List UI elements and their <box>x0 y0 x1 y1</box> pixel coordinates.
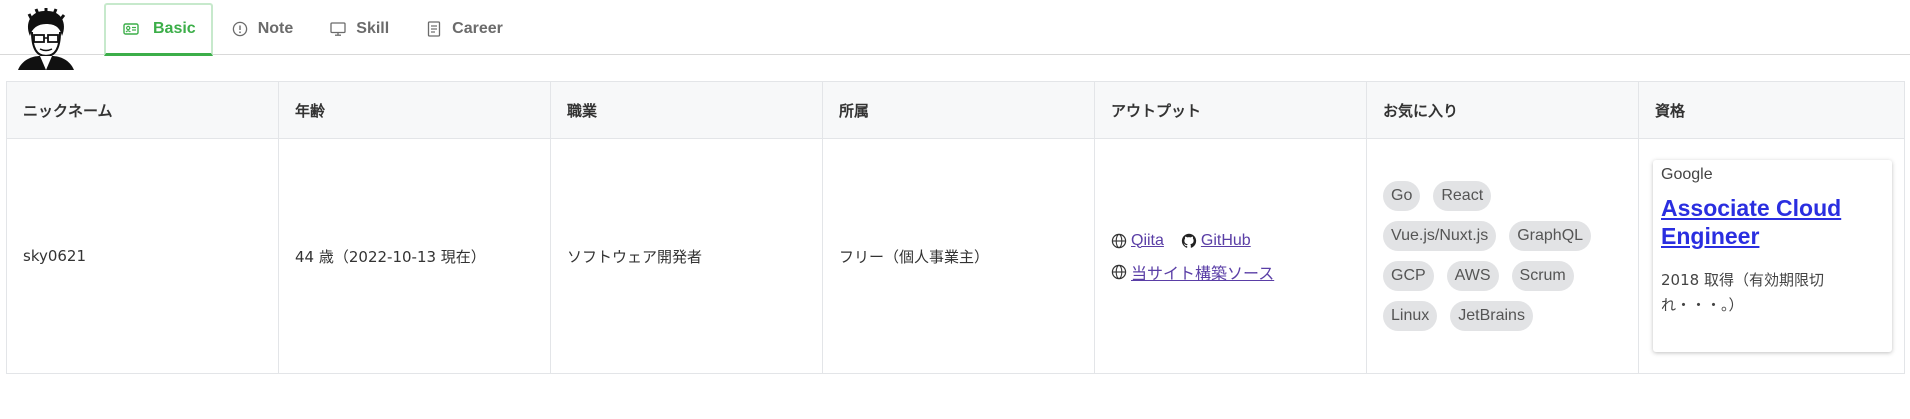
chip-jetbrains[interactable]: JetBrains <box>1450 301 1533 331</box>
header-output: アウトプット <box>1094 81 1367 139</box>
globe-icon <box>1111 264 1127 280</box>
document-icon <box>426 21 442 37</box>
cert-provider: Google <box>1661 166 1713 183</box>
tab-basic[interactable]: Basic <box>104 3 213 56</box>
id-card-icon <box>123 21 139 37</box>
table-row: sky0621 44 歳（2022-10-13 現在） ソフトウェア開発者 フリ… <box>6 138 1905 374</box>
header-job: 職業 <box>550 81 823 139</box>
cell-output: Qiita GitHub 当サイト構築ソース <box>1094 138 1367 374</box>
tab-bar: Basic Note Skill Career <box>104 3 521 56</box>
qiita-link[interactable]: Qiita <box>1131 232 1164 250</box>
cert-note: 2018 取得（有効期限切れ・・・。） <box>1661 271 1824 314</box>
avatar[interactable] <box>16 7 76 70</box>
chip-gcp[interactable]: GCP <box>1383 261 1434 291</box>
tab-label: Skill <box>356 20 390 37</box>
cell-affiliation: フリー（個人事業主） <box>822 138 1095 374</box>
output-links: Qiita GitHub 当サイト構築ソース <box>1111 225 1350 287</box>
globe-icon <box>1111 233 1127 249</box>
cell-certification: Google Associate Cloud Engineer 2018 取得（… <box>1638 138 1905 374</box>
cell-nickname: sky0621 <box>6 138 279 374</box>
chip-graphql[interactable]: GraphQL <box>1509 221 1592 251</box>
cell-job: ソフトウェア開発者 <box>550 138 823 374</box>
profile-table: ニックネーム 年齢 職業 所属 アウトプット お気に入り 資格 sky0621 … <box>6 81 1905 374</box>
tab-label: Career <box>452 20 503 37</box>
favorites-chips: Go React Vue.js/Nuxt.js GraphQL GCP AWS … <box>1383 181 1613 331</box>
cert-name-link[interactable]: Associate Cloud Engineer <box>1661 194 1884 250</box>
github-link[interactable]: GitHub <box>1201 232 1251 250</box>
chip-go[interactable]: Go <box>1383 181 1421 211</box>
monitor-icon <box>330 21 346 37</box>
header-affiliation: 所属 <box>822 81 1095 139</box>
tab-label: Basic <box>153 20 196 37</box>
tab-note[interactable]: Note <box>213 3 312 55</box>
header-favorites: お気に入り <box>1366 81 1639 139</box>
chip-scrum[interactable]: Scrum <box>1511 261 1574 291</box>
tab-skill[interactable]: Skill <box>311 3 407 55</box>
header-age: 年齢 <box>278 81 551 139</box>
chip-vue-nuxt[interactable]: Vue.js/Nuxt.js <box>1383 221 1497 251</box>
chip-react[interactable]: React <box>1433 181 1492 211</box>
tab-label: Note <box>257 20 294 37</box>
output-links-row-2: 当サイト構築ソース <box>1111 256 1350 287</box>
chip-linux[interactable]: Linux <box>1383 301 1438 331</box>
site-source-link[interactable]: 当サイト構築ソース <box>1131 260 1274 284</box>
output-links-row-1: Qiita GitHub <box>1111 225 1350 256</box>
app-header: Basic Note Skill Career <box>0 0 1910 70</box>
header-certification: 資格 <box>1638 81 1905 139</box>
table-header-row: ニックネーム 年齢 職業 所属 アウトプット お気に入り 資格 <box>6 81 1905 139</box>
tab-career[interactable]: Career <box>407 3 521 55</box>
github-icon <box>1181 233 1197 249</box>
header-nickname: ニックネーム <box>6 81 279 139</box>
chip-aws[interactable]: AWS <box>1446 261 1499 291</box>
certification-card: Google Associate Cloud Engineer 2018 取得（… <box>1653 160 1892 352</box>
cell-favorites: Go React Vue.js/Nuxt.js GraphQL GCP AWS … <box>1366 138 1639 374</box>
cell-age: 44 歳（2022-10-13 現在） <box>278 138 551 374</box>
info-circle-icon <box>232 21 248 37</box>
